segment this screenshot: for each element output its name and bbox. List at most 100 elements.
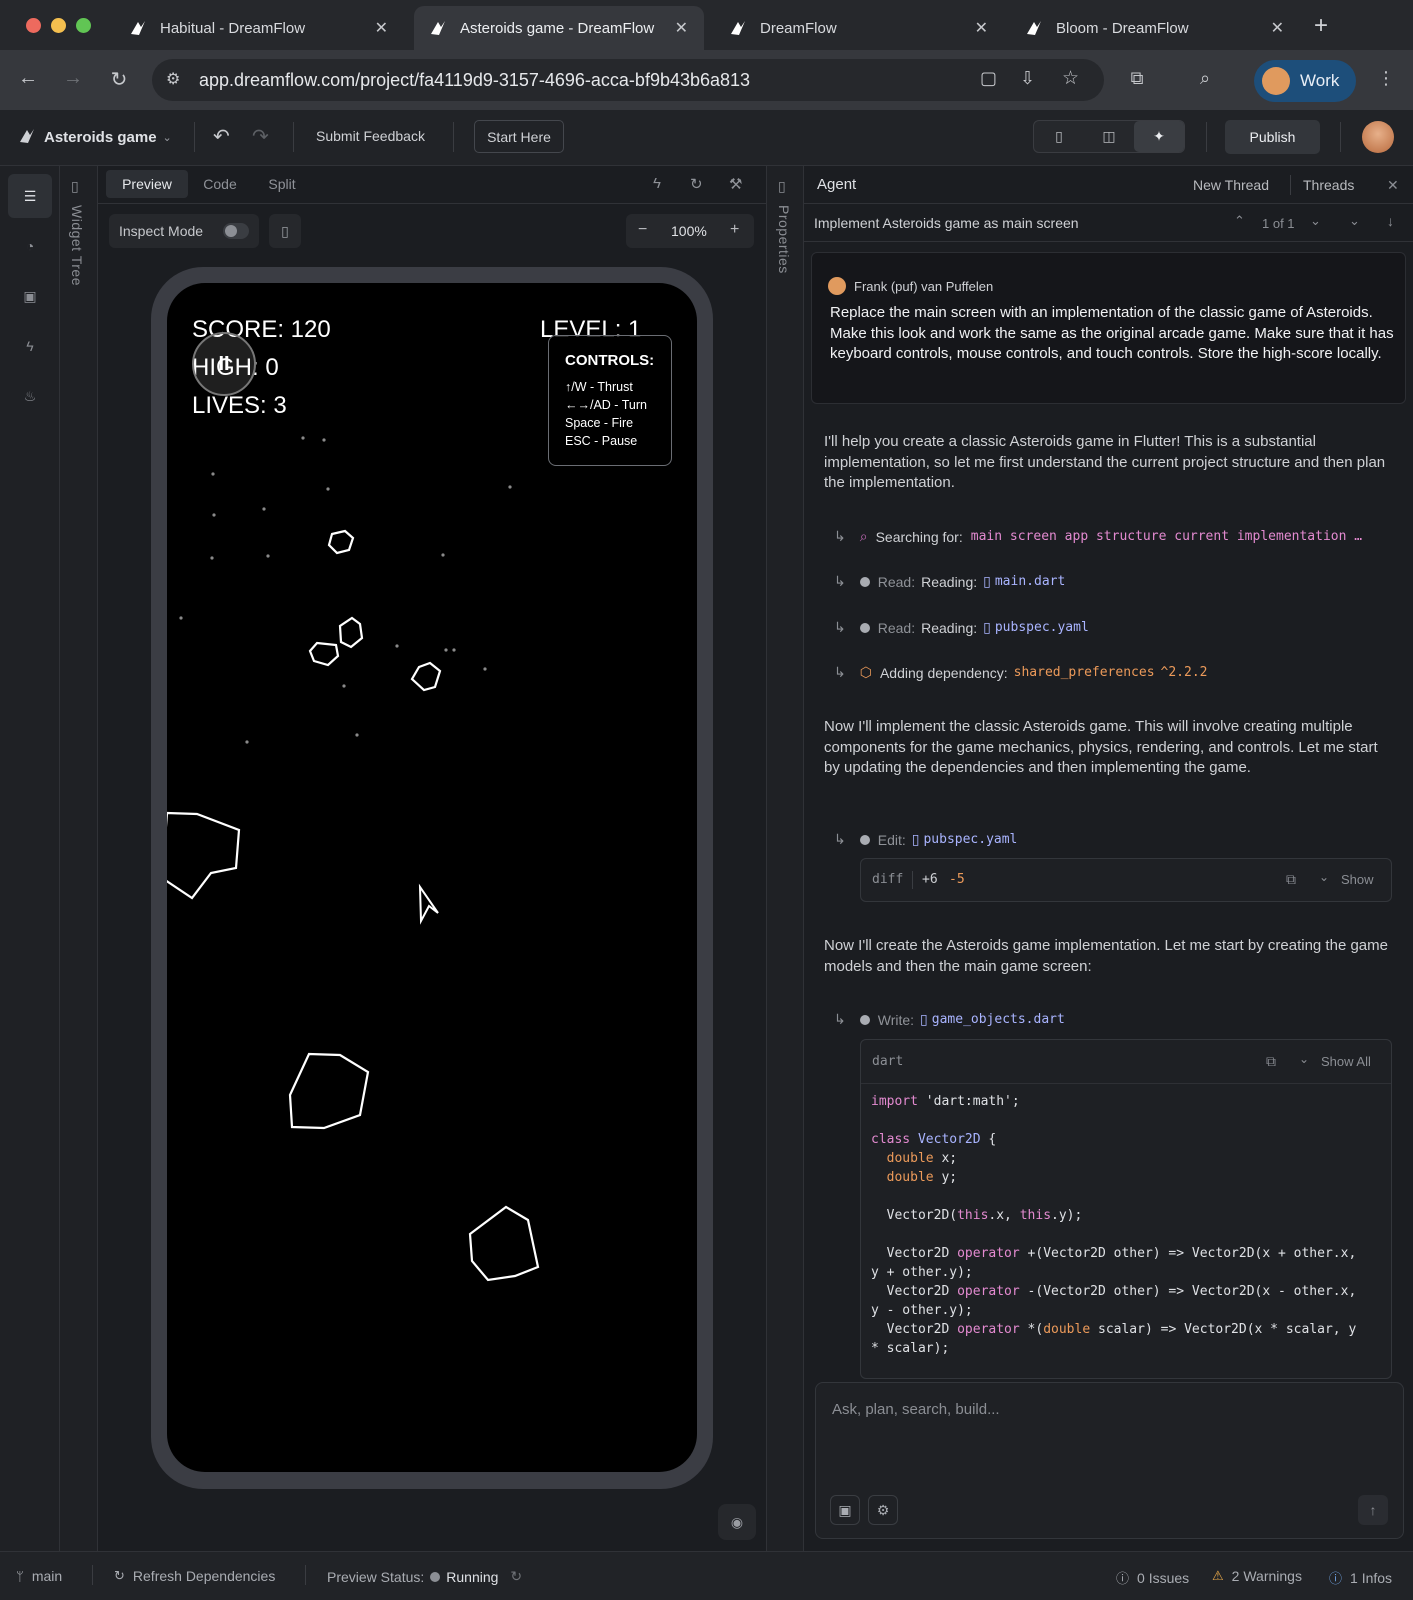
divider <box>305 1565 306 1585</box>
image-icon[interactable]: ▣ <box>8 274 52 318</box>
widget-tree-icon[interactable]: ☰ <box>8 174 52 218</box>
chevron-up-icon[interactable]: ⌃ <box>1234 213 1245 229</box>
inspect-mode-toggle[interactable]: Inspect Mode <box>109 214 259 248</box>
copy-icon[interactable]: ⧉ <box>1266 1053 1276 1070</box>
zoom-in-icon[interactable]: + <box>730 221 739 239</box>
issues-indicator[interactable]: ⓘ 0 Issues <box>1116 1568 1189 1587</box>
browser-tab-active[interactable]: Asteroids game - DreamFlow ✕ <box>414 6 704 50</box>
window-close-button[interactable] <box>26 18 41 33</box>
write-step[interactable]: ↳ Write: ▯ game_objects.dart <box>834 1011 1065 1028</box>
forward-icon[interactable]: → <box>60 67 86 90</box>
asteroid <box>338 616 364 649</box>
refresh-dependencies-button[interactable]: ↻ Refresh Dependencies <box>114 1568 275 1584</box>
browser-tab[interactable]: Habitual - DreamFlow ✕ <box>114 6 404 50</box>
reload-icon[interactable]: ↻ <box>510 1568 522 1585</box>
reply-arrow-icon: ↳ <box>834 619 846 635</box>
clipboard-icon[interactable]: ▢ <box>980 68 997 89</box>
attach-image-icon[interactable]: ▣ <box>830 1495 860 1525</box>
chevron-down-icon[interactable]: ⌄ <box>1319 870 1329 884</box>
chevron-down-icon[interactable]: ⌄ <box>1299 1052 1309 1066</box>
settings-icon[interactable]: ⚙ <box>868 1495 898 1525</box>
widget-tree-collapsed[interactable]: ▯ <box>60 166 98 1551</box>
bookmark-star-icon[interactable]: ☆ <box>1062 67 1079 90</box>
tab-search-icon[interactable]: ⌕ <box>1192 68 1218 94</box>
send-icon[interactable]: ↑ <box>1358 1495 1388 1525</box>
game-canvas[interactable]: SCORE: 120 HIGH: 0 LIVES: 3 II LEVEL: 1 … <box>167 283 697 1472</box>
close-icon[interactable]: ✕ <box>1387 177 1399 194</box>
widget-tree-label[interactable]: Widget Tree <box>69 205 85 286</box>
user-avatar[interactable] <box>1362 121 1394 153</box>
restart-icon[interactable]: ↻ <box>690 175 703 193</box>
file-link[interactable]: pubspec.yaml <box>995 620 1089 635</box>
read-step[interactable]: ↳ Read: Reading: ▯ pubspec.yaml <box>834 619 1089 636</box>
read-step[interactable]: ↳ Read: Reading: ▯ main.dart <box>834 573 1065 590</box>
start-here-button[interactable]: Start Here <box>474 120 564 153</box>
show-button[interactable]: Show <box>1341 872 1374 887</box>
firebase-icon[interactable]: ♨ <box>8 374 52 418</box>
install-app-icon[interactable]: ⇩ <box>1020 68 1035 89</box>
panel-toggle-icon[interactable]: ▯ <box>71 178 79 195</box>
toggle-right-panel-icon[interactable]: ◫ <box>1084 121 1134 152</box>
chevron-down-icon[interactable]: ⌄ <box>1310 213 1321 229</box>
status-dot <box>859 576 870 587</box>
panel-toggle-icon[interactable]: ▯ <box>778 178 786 195</box>
thread-counter: 1 of 1 <box>1262 216 1295 231</box>
wrench-icon[interactable]: ⚒ <box>729 175 742 193</box>
file-link[interactable]: pubspec.yaml <box>923 832 1017 847</box>
site-settings-icon[interactable]: ⚙ <box>166 69 180 89</box>
flash-icon[interactable]: ϟ <box>8 324 52 368</box>
preview-status: Preview Status: Running ↻ <box>327 1568 522 1585</box>
branch-indicator[interactable]: ᛘ main <box>16 1568 62 1584</box>
publish-button[interactable]: Publish <box>1225 120 1320 154</box>
agent-sparkle-icon[interactable]: ✦ <box>1134 121 1184 152</box>
close-icon[interactable]: ✕ <box>375 18 388 38</box>
zoom-out-icon[interactable]: − <box>638 221 647 239</box>
close-icon[interactable]: ✕ <box>975 18 988 38</box>
submit-feedback-button[interactable]: Submit Feedback <box>316 128 425 144</box>
close-icon[interactable]: ✕ <box>1271 18 1284 38</box>
new-tab-icon[interactable]: + <box>1314 12 1328 40</box>
edit-step[interactable]: ↳ Edit: ▯ pubspec.yaml <box>834 831 1017 848</box>
window-minimize-button[interactable] <box>51 18 66 33</box>
properties-label[interactable]: Properties <box>776 205 792 274</box>
undo-icon[interactable]: ↶ <box>213 124 230 149</box>
collapse-all-icon[interactable]: ⌄ <box>1349 213 1360 229</box>
infos-indicator[interactable]: ⓘ 1 Infos <box>1329 1568 1392 1587</box>
camera-icon[interactable]: ◉ <box>718 1504 756 1540</box>
toggle-left-panel-icon[interactable]: ▯ <box>1034 121 1084 152</box>
pause-button[interactable]: II <box>192 332 256 396</box>
file-link[interactable]: game_objects.dart <box>932 1012 1065 1027</box>
dependency-step[interactable]: ↳ ⬡ Adding dependency: shared_preference… <box>834 664 1208 681</box>
tab-split[interactable]: Split <box>257 170 307 198</box>
reload-icon[interactable]: ↻ <box>106 67 132 92</box>
extensions-icon[interactable]: ⧉ <box>1124 68 1150 94</box>
warnings-indicator[interactable]: ⚠ 2 Warnings <box>1212 1568 1302 1584</box>
device-icon[interactable]: ▯ <box>269 214 301 248</box>
show-all-button[interactable]: Show All <box>1321 1054 1371 1069</box>
profile-button[interactable]: Work <box>1254 60 1356 102</box>
properties-collapsed[interactable]: ▯ <box>766 166 804 1551</box>
project-switcher[interactable]: Asteroids game ⌄ <box>18 127 172 148</box>
palette-icon[interactable]: ◔ <box>8 224 52 268</box>
browser-tab[interactable]: DreamFlow ✕ <box>714 6 1004 50</box>
close-icon[interactable]: ✕ <box>675 18 688 38</box>
search-step[interactable]: ↳ ⌕ Searching for: main screen app struc… <box>834 528 1362 545</box>
address-bar[interactable]: ⚙ app.dreamflow.com/project/fa4119d9-315… <box>152 59 1104 101</box>
redo-icon[interactable]: ↷ <box>252 124 269 149</box>
browser-menu-icon[interactable]: ⋮ <box>1373 68 1399 94</box>
hot-reload-icon[interactable]: ϟ <box>653 175 661 192</box>
browser-tab[interactable]: Bloom - DreamFlow ✕ <box>1010 6 1300 50</box>
reply-arrow-icon: ↳ <box>834 831 846 847</box>
tab-code[interactable]: Code <box>194 170 246 198</box>
window-maximize-button[interactable] <box>76 18 91 33</box>
file-link[interactable]: main.dart <box>995 574 1065 589</box>
new-thread-button[interactable]: New Thread <box>1193 177 1269 193</box>
threads-button[interactable]: Threads <box>1303 177 1354 193</box>
toggle-switch[interactable] <box>223 223 249 239</box>
diff-summary[interactable]: diff +6 -5 ⧉ ⌄ Show <box>860 858 1392 902</box>
agent-input[interactable]: Ask, plan, search, build... ▣ ⚙ ↑ <box>815 1382 1404 1539</box>
scroll-down-icon[interactable]: ↓ <box>1387 213 1394 229</box>
back-icon[interactable]: ← <box>15 67 41 90</box>
tab-preview[interactable]: Preview <box>106 170 188 198</box>
copy-icon[interactable]: ⧉ <box>1286 871 1296 888</box>
